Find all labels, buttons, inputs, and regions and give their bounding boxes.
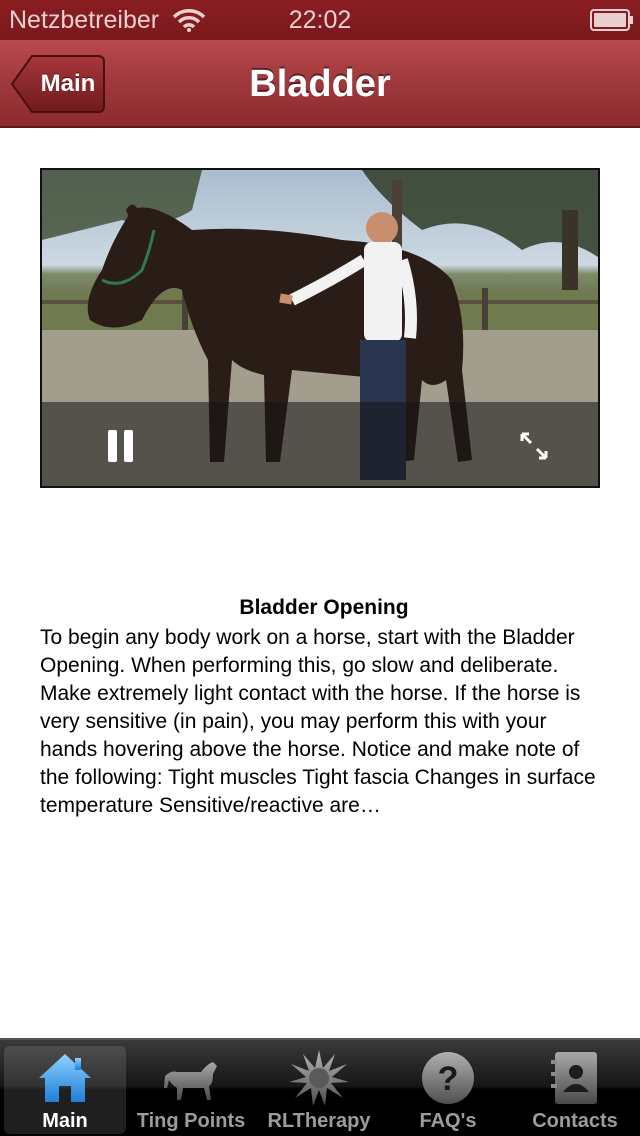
article-title: Bladder Opening <box>239 596 409 619</box>
tab-label: Ting Points <box>136 1110 246 1132</box>
tab-faqs[interactable]: ? FAQ's <box>387 1046 509 1134</box>
horse-icon <box>164 1062 217 1100</box>
tab-main[interactable]: Main <box>4 1046 126 1134</box>
fullscreen-icon[interactable] <box>520 432 548 460</box>
status-bar: Netzbetreiber 22:02 <box>0 0 640 40</box>
article-body: To begin any body work on a horse, start… <box>40 626 596 817</box>
tab-label: Contacts <box>532 1110 618 1132</box>
tab-rltherapy[interactable]: RLTherapy <box>258 1046 380 1134</box>
svg-text:?: ? <box>438 1060 459 1098</box>
video-controls <box>42 402 598 486</box>
contacts-book-icon <box>551 1052 597 1104</box>
tab-ting-points[interactable]: Ting Points <box>130 1046 252 1134</box>
battery-icon <box>590 9 633 31</box>
tab-bar: Main Ting Points RLTherapy ? FAQ's Conta… <box>0 1038 640 1136</box>
tab-label: RLTherapy <box>267 1110 371 1132</box>
tab-contacts[interactable]: Contacts <box>514 1046 636 1134</box>
status-time: 22:02 <box>288 6 352 34</box>
home-icon <box>39 1054 91 1102</box>
question-icon: ? <box>422 1052 474 1104</box>
tab-label: FAQ's <box>419 1110 477 1132</box>
navigation-bar: Main Bladder <box>0 40 640 128</box>
page-title: Bladder <box>249 63 391 105</box>
tab-label: Main <box>42 1110 88 1132</box>
video-player[interactable] <box>40 168 600 488</box>
burst-icon <box>289 1050 349 1106</box>
pause-icon[interactable] <box>108 430 134 462</box>
